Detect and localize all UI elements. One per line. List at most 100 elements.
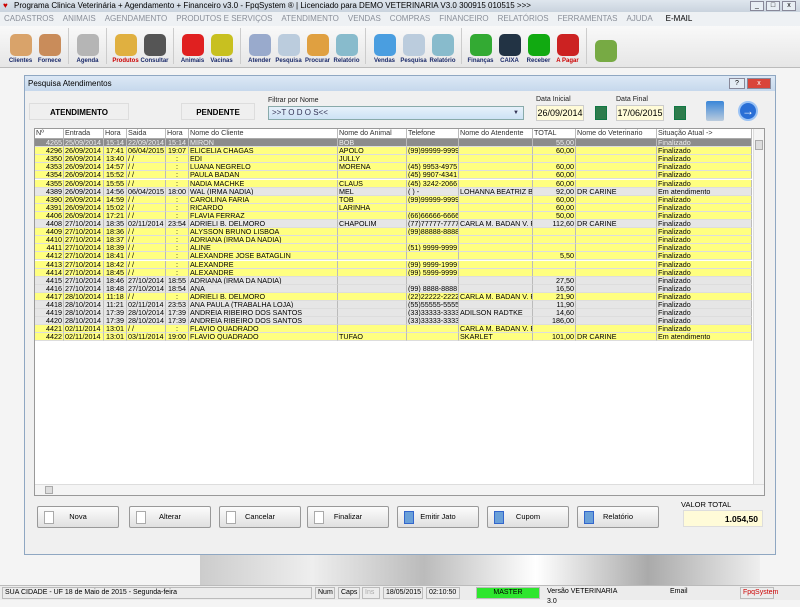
column-header[interactable]: Nº [35,129,64,139]
table-row[interactable]: 4410 27/10/2014 18:37/ /: ADRIANA (IRMA DA … [35,236,755,245]
table-row[interactable]: 4420 28/10/2014 17:39 28/10/2014 17:39 ANDREI… [35,317,755,326]
menu-item-vendas[interactable]: VENDAS [348,12,381,26]
menu-item-agendamento[interactable]: AGENDAMENTO [105,12,168,26]
table-row[interactable]: 4353 26/09/2014 14:57/ /: LUANA NEGRELO MORE… [35,163,755,172]
table-row[interactable]: 4417 28/10/2014 11:18/ /: ADRIELI B. DELMOR… [35,292,755,301]
table-row[interactable]: 4418 28/10/2014 11:21 02/11/2014 23:53 ANA PA… [35,301,755,310]
table-row[interactable]: 4406 26/09/2014 17:21/ /: FLAVIA FERRAZ (66)… [35,211,755,220]
menu-item-ajuda[interactable]: AJUDA [626,12,652,26]
column-header[interactable]: Telefone [407,129,459,139]
close-dialog-button[interactable]: x [747,78,771,89]
table-row[interactable]: 4389 26/09/2014 14:56 06/04/2015 18:00 WAL (I… [35,187,755,196]
status-email[interactable]: Email [668,587,690,599]
maximize-button[interactable]: □ [766,1,780,11]
finalizar-button[interactable]: Finalizar [307,506,389,528]
help-button[interactable]: ? [729,78,745,89]
toolbar-button-clientes[interactable]: Clientes [6,27,35,67]
table-row[interactable]: 4419 28/10/2014 17:39 28/10/2014 17:39 ANDREI… [35,309,755,318]
alterar-button[interactable]: Alterar [129,506,211,528]
emitir-jato-button[interactable]: Emitir Jato [397,506,479,528]
menu-item-compras[interactable]: COMPRAS [390,12,430,26]
column-header[interactable]: Nome do Atendente [459,129,533,139]
end-calendar-icon[interactable] [674,106,686,120]
toolbar-button-procurar[interactable]: Procurar [303,27,332,67]
toolbar-button-fornece[interactable]: Fornece [35,27,64,67]
table-cell: 4411 [35,244,64,253]
toolbar-button-receber[interactable]: Receber [524,27,553,67]
table-cell: 13:01 [104,325,127,334]
tab-pendente[interactable]: PENDENTE [181,103,255,120]
menu-item-financeiro[interactable]: FINANCEIRO [439,12,488,26]
table-row[interactable]: 4355 26/09/2014 15:55/ /: NADIA MACHKE CLAUS… [35,179,755,188]
close-window-button[interactable]: x [782,1,796,11]
toolbar-button-atender[interactable]: Atender [245,27,274,67]
table-row[interactable]: 4422 02/11/2014 13:01 03/11/2014 19:00 FLAVIO… [35,333,755,342]
toolbar-button-agenda[interactable]: Agenda [73,27,102,67]
end-date-field[interactable]: 17/06/2015 [616,105,664,121]
toolbar-button-pesquisa[interactable]: Pesquisa [274,27,303,67]
table-cell: / / [127,163,166,172]
cupom-button[interactable]: Cupom [487,506,569,528]
column-header[interactable]: Hora [104,129,127,139]
toolbar-button-animais[interactable]: Animais [178,27,207,67]
table-row[interactable]: 4265 25/09/2014 15:14 22/09/2014 15:14 MIRON B… [35,139,755,148]
arrow-right-icon[interactable]: → [738,101,758,121]
table-cell [407,155,459,164]
cancelar-button[interactable]: Cancelar [219,506,301,528]
fornece-icon [38,34,61,56]
table-row[interactable]: 4296 26/09/2014 17:41 06/04/2015 19:07 ELICEL… [35,147,755,156]
table-row[interactable]: 4411 27/10/2014 18:39/ /: ALINE (51) 9999-99… [35,244,755,253]
toolbar-button-consultar[interactable]: Consultar [140,27,169,67]
column-header[interactable]: Situação Atual -> [657,129,752,139]
menu-item-atendimento[interactable]: ATENDIMENTO [281,12,338,26]
table-row[interactable]: 4390 26/09/2014 14:59/ /: CAROLINA FARIA TOB… [35,195,755,204]
table-row[interactable]: 4416 27/10/2014 18:48 27/10/2014 18:54 ANA (99… [35,284,755,293]
menu-item-produtos-e-servi-os[interactable]: PRODUTOS E SERVIÇOS [176,12,272,26]
table-row[interactable]: 4354 26/09/2014 15:52/ /: PAULA BADAN (45) 9… [35,171,755,180]
menu-item-relat-rios[interactable]: RELATÓRIOS [498,12,549,26]
column-header[interactable]: TOTAL [533,129,576,139]
column-header[interactable]: Hora [166,129,189,139]
toolbar-button-relatório[interactable]: Relatório [428,27,457,67]
menu-item-cadastros[interactable]: CADASTROS [4,12,54,26]
toolbar-button-exit[interactable] [591,27,620,67]
minimize-button[interactable]: _ [750,1,764,11]
table-cell: ADRIELI B. DELMORO [189,292,338,301]
tab-atendimento[interactable]: ATENDIMENTO [29,103,129,120]
table-row[interactable]: 4415 27/10/2014 18:46 27/10/2014 18:55 ADRIAN… [35,276,755,285]
column-header[interactable]: Nome do Animal [338,129,407,139]
table-row[interactable]: 4408 27/10/2014 18:35 02/11/2014 23:54 ADRIEL… [35,220,755,229]
filter-name-select[interactable]: >>T O D O S<< ▼ [268,106,524,120]
toolbar-button-vacinas[interactable]: Vacinas [207,27,236,67]
start-calendar-icon[interactable] [595,106,607,120]
table-cell: 11:21 [104,301,127,310]
table-row[interactable]: 4391 26/09/2014 15:02/ /: RICARDO LARINHA 60,… [35,203,755,212]
toolbar-button-caixa[interactable]: CAIXA [495,27,524,67]
toolbar-button-pesquisa[interactable]: Pesquisa [399,27,428,67]
toolbar-button-produtos[interactable]: Produtos [111,27,140,67]
column-header[interactable]: Nome do Veterinario [576,129,657,139]
refresh-icon[interactable] [706,101,724,121]
relat-rio-button[interactable]: Relatório [577,506,659,528]
table-row[interactable]: 4409 27/10/2014 18:36/ /: ALYSSON BRUNO LIS… [35,228,755,237]
column-header[interactable]: Entrada [64,129,104,139]
menu-item-animais[interactable]: ANIMAIS [63,12,96,26]
toolbar-button-vendas[interactable]: Vendas [370,27,399,67]
start-date-field[interactable]: 26/09/2014 [536,105,584,121]
toolbar-button-a pagar[interactable]: A Pagar [553,27,582,67]
menu-item-email[interactable]: E-MAIL [666,12,693,26]
table-cell: DR CARINE [576,187,657,196]
nova-button[interactable]: Nova [37,506,119,528]
table-row[interactable]: 4350 26/09/2014 13:40/ /: EDI JULLY Finalizad… [35,155,755,164]
table-row[interactable]: 4412 27/10/2014 18:41/ /: ALEXANDRE JOSE BA… [35,252,755,261]
menu-item-ferramentas[interactable]: FERRAMENTAS [558,12,618,26]
toolbar-button-relatório[interactable]: Relatório [332,27,361,67]
column-header[interactable]: Nome do Cliente [189,129,338,139]
column-header[interactable]: Saida [127,129,166,139]
table-row[interactable]: 4413 27/10/2014 18:42/ /: ALEXANDRE (99) 999… [35,260,755,269]
table-cell: : [166,268,189,277]
horizontal-scrollbar[interactable] [35,484,764,495]
table-row[interactable]: 4414 27/10/2014 18:45/ /: ALEXANDRE (99) 599… [35,268,755,277]
table-row[interactable]: 4421 02/11/2014 13:01/ /: FLAVIO QUADRADO CA… [35,325,755,334]
toolbar-button-finanças[interactable]: Finanças [466,27,495,67]
